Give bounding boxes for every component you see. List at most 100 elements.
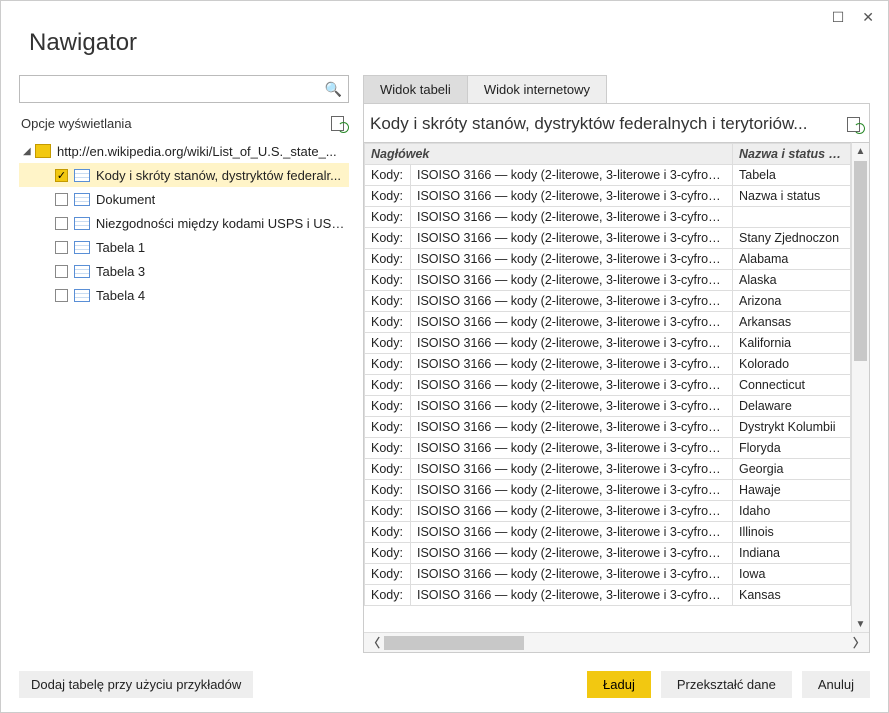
table-icon xyxy=(74,265,90,278)
table-row[interactable]: Kody:ISOISO 3166 — kody (2-literowe, 3-l… xyxy=(365,165,851,186)
cell-kody: Kody: xyxy=(365,480,411,501)
vertical-scrollbar[interactable]: ▲ ▼ xyxy=(851,142,869,632)
table-row[interactable]: Kody:ISOISO 3166 — kody (2-literowe, 3-l… xyxy=(365,522,851,543)
tree-item-label: Tabela 3 xyxy=(96,264,145,279)
tab-table-view[interactable]: Widok tabeli xyxy=(363,75,468,103)
transform-button[interactable]: Przekształć dane xyxy=(661,671,792,698)
tree-item[interactable]: Dokument xyxy=(19,187,349,211)
add-table-button[interactable]: Dodaj tabelę przy użyciu przykładów xyxy=(19,671,253,698)
cell-text: ISOISO 3166 — kody (2-literowe, 3-litero… xyxy=(411,501,733,522)
checkbox[interactable] xyxy=(55,217,68,230)
table-row[interactable]: Kody:ISOISO 3166 — kody (2-literowe, 3-l… xyxy=(365,291,851,312)
table-row[interactable]: Kody:ISOISO 3166 — kody (2-literowe, 3-l… xyxy=(365,585,851,606)
dialog-title: Nawigator xyxy=(29,29,870,57)
cell-status: Floryda xyxy=(733,438,851,459)
col-header-nazwa[interactable]: Nazwa i status sta... xyxy=(733,144,851,165)
cell-kody: Kody: xyxy=(365,459,411,480)
tree-item-label: Tabela 4 xyxy=(96,288,145,303)
tree-item[interactable]: Tabela 3 xyxy=(19,259,349,283)
tree-item-label: Dokument xyxy=(96,192,155,207)
table-row[interactable]: Kody:ISOISO 3166 — kody (2-literowe, 3-l… xyxy=(365,396,851,417)
tree-item[interactable]: ✓ Kody i skróty stanów, dystryktów federa… xyxy=(19,163,349,187)
scroll-right-icon[interactable]: 〉 xyxy=(849,634,869,651)
cell-kody: Kody: xyxy=(365,291,411,312)
table-row[interactable]: Kody:ISOISO 3166 — kody (2-literowe, 3-l… xyxy=(365,207,851,228)
cell-kody: Kody: xyxy=(365,207,411,228)
table-row[interactable]: Kody:ISOISO 3166 — kody (2-literowe, 3-l… xyxy=(365,312,851,333)
table-row[interactable]: Kody:ISOISO 3166 — kody (2-literowe, 3-l… xyxy=(365,480,851,501)
right-pane: Widok tabeli Widok internetowy Kody i sk… xyxy=(363,75,870,653)
table-row[interactable]: Kody:ISOISO 3166 — kody (2-literowe, 3-l… xyxy=(365,186,851,207)
checkbox[interactable]: ✓ xyxy=(55,169,68,182)
cell-status: Connecticut xyxy=(733,375,851,396)
cell-status: Stany Zjednoczon xyxy=(733,228,851,249)
table-row[interactable]: Kody:ISOISO 3166 — kody (2-literowe, 3-l… xyxy=(365,501,851,522)
cell-status: Delaware xyxy=(733,396,851,417)
cell-text: ISOISO 3166 — kody (2-literowe, 3-litero… xyxy=(411,375,733,396)
checkbox[interactable] xyxy=(55,193,68,206)
search-box[interactable]: 🔍 xyxy=(19,75,349,103)
cell-status: Iowa xyxy=(733,564,851,585)
tree-root[interactable]: ◢ http://en.wikipedia.org/wiki/List_of_U… xyxy=(19,139,349,163)
maximize-icon[interactable]: ☐ xyxy=(832,9,845,26)
tree-item[interactable]: Tabela 4 xyxy=(19,283,349,307)
scroll-up-icon[interactable]: ▲ xyxy=(852,143,869,159)
table-row[interactable]: Kody:ISOISO 3166 — kody (2-literowe, 3-l… xyxy=(365,375,851,396)
tree-item[interactable]: Tabela 1 xyxy=(19,235,349,259)
close-icon[interactable]: ✕ xyxy=(862,9,874,26)
cell-status: Alaska xyxy=(733,270,851,291)
table-row[interactable]: Kody:ISOISO 3166 — kody (2-literowe, 3-l… xyxy=(365,228,851,249)
tree-item[interactable]: Niezgodności między kodami USPS i USCG xyxy=(19,211,349,235)
cell-status xyxy=(733,207,851,228)
cell-status: Georgia xyxy=(733,459,851,480)
cell-kody: Kody: xyxy=(365,375,411,396)
search-input[interactable] xyxy=(26,81,325,98)
table-row[interactable]: Kody:ISOISO 3166 — kody (2-literowe, 3-l… xyxy=(365,270,851,291)
horizontal-scrollbar[interactable]: 〈 〉 xyxy=(364,632,869,652)
cell-text: ISOISO 3166 — kody (2-literowe, 3-litero… xyxy=(411,585,733,606)
cell-status: Indiana xyxy=(733,543,851,564)
checkbox[interactable] xyxy=(55,265,68,278)
cell-kody: Kody: xyxy=(365,585,411,606)
table-row[interactable]: Kody:ISOISO 3166 — kody (2-literowe, 3-l… xyxy=(365,438,851,459)
scroll-thumb-h[interactable] xyxy=(384,636,524,650)
caret-down-icon[interactable]: ◢ xyxy=(23,146,35,157)
table-icon xyxy=(74,217,90,230)
scroll-thumb-v[interactable] xyxy=(854,161,867,361)
preview-refresh-icon[interactable] xyxy=(847,116,863,132)
checkbox[interactable] xyxy=(55,289,68,302)
tree-item-label: Kody i skróty stanów, dystryktów federal… xyxy=(96,168,341,183)
cell-text: ISOISO 3166 — kody (2-literowe, 3-litero… xyxy=(411,459,733,480)
table-row[interactable]: Kody:ISOISO 3166 — kody (2-literowe, 3-l… xyxy=(365,354,851,375)
cancel-button[interactable]: Anuluj xyxy=(802,671,870,698)
tree-item-label: Tabela 1 xyxy=(96,240,145,255)
table-row[interactable]: Kody:ISOISO 3166 — kody (2-literowe, 3-l… xyxy=(365,333,851,354)
cell-status: Dystrykt Kolumbii xyxy=(733,417,851,438)
folder-icon xyxy=(35,144,51,158)
display-options-label[interactable]: Opcje wyświetlania xyxy=(21,116,132,131)
refresh-icon[interactable] xyxy=(331,115,347,131)
cell-kody: Kody: xyxy=(365,333,411,354)
cell-text: ISOISO 3166 — kody (2-literowe, 3-litero… xyxy=(411,270,733,291)
col-header-naglowek[interactable]: Nagłówek xyxy=(365,144,733,165)
cell-text: ISOISO 3166 — kody (2-literowe, 3-litero… xyxy=(411,480,733,501)
table-row[interactable]: Kody:ISOISO 3166 — kody (2-literowe, 3-l… xyxy=(365,459,851,480)
table-row[interactable]: Kody:ISOISO 3166 — kody (2-literowe, 3-l… xyxy=(365,249,851,270)
table-row[interactable]: Kody:ISOISO 3166 — kody (2-literowe, 3-l… xyxy=(365,417,851,438)
data-grid: Nagłówek Nazwa i status sta... Kody:ISOI… xyxy=(364,142,851,632)
checkbox[interactable] xyxy=(55,241,68,254)
load-button[interactable]: Ładuj xyxy=(587,671,651,698)
cell-text: ISOISO 3166 — kody (2-literowe, 3-litero… xyxy=(411,249,733,270)
cell-status: Hawaje xyxy=(733,480,851,501)
table-row[interactable]: Kody:ISOISO 3166 — kody (2-literowe, 3-l… xyxy=(365,564,851,585)
scroll-down-icon[interactable]: ▼ xyxy=(852,616,869,632)
cell-text: ISOISO 3166 — kody (2-literowe, 3-litero… xyxy=(411,354,733,375)
navigator-tree: ◢ http://en.wikipedia.org/wiki/List_of_U… xyxy=(19,139,349,307)
tree-root-label: http://en.wikipedia.org/wiki/List_of_U.S… xyxy=(57,144,337,159)
tab-web-view[interactable]: Widok internetowy xyxy=(467,75,607,103)
search-icon: 🔍 xyxy=(325,81,342,98)
table-row[interactable]: Kody:ISOISO 3166 — kody (2-literowe, 3-l… xyxy=(365,543,851,564)
view-tabs: Widok tabeli Widok internetowy xyxy=(363,75,870,103)
cell-status: Kalifornia xyxy=(733,333,851,354)
scroll-left-icon[interactable]: 〈 xyxy=(364,634,384,651)
